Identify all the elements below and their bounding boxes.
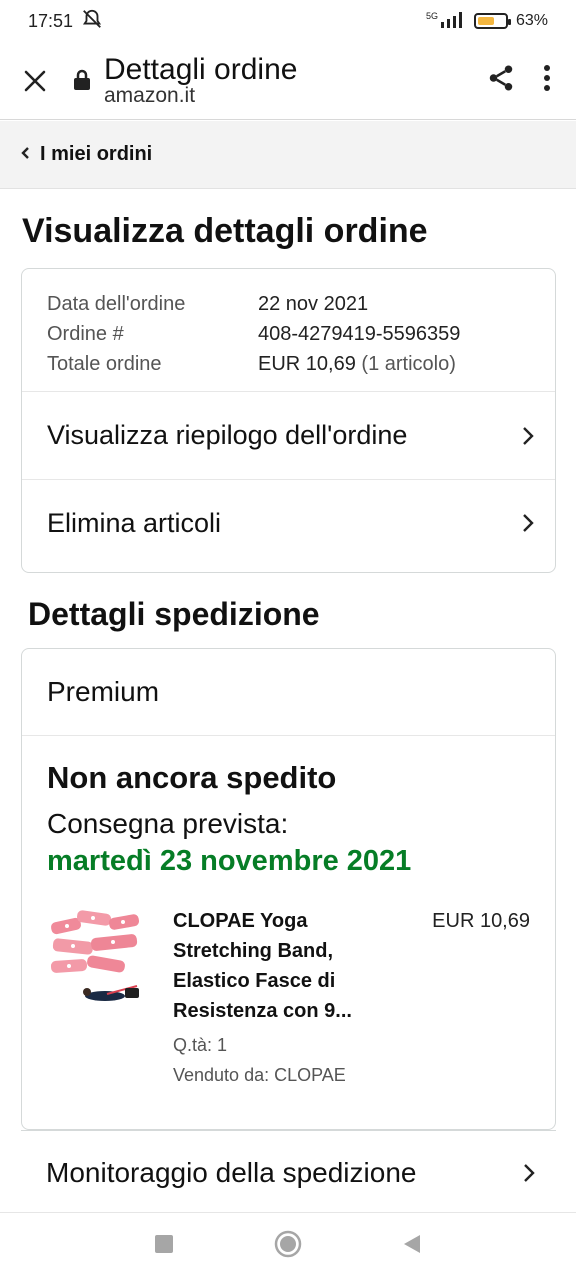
recents-button[interactable] [154, 1234, 174, 1259]
chevron-left-icon [20, 144, 30, 165]
do-not-disturb-icon [81, 8, 103, 35]
home-button[interactable] [274, 1230, 302, 1263]
browser-domain: amazon.it [104, 84, 196, 108]
order-number-value: 408-4279419-5596359 [258, 323, 461, 345]
system-nav-bar [0, 1212, 576, 1280]
view-order-summary-label: Visualizza riepilogo dell'ordine [47, 420, 408, 450]
battery-percent: 63% [515, 12, 548, 29]
chevron-right-icon [523, 426, 534, 445]
share-button[interactable] [486, 63, 516, 98]
order-total-value: EUR 10,69 [258, 353, 356, 375]
chevron-right-icon [524, 1163, 535, 1182]
order-date-label: Data dell'ordine [47, 293, 186, 315]
delivery-date: martedì 23 novembre 2021 [47, 845, 412, 877]
status-bar: 17:51 5G 63% [0, 0, 576, 42]
shipment-card: Premium Non ancora spedito Consegna prev… [21, 648, 556, 1130]
order-info: Data dell'ordine 22 nov 2021 Ordine # 40… [22, 269, 555, 392]
lock-icon [74, 70, 90, 91]
product-image[interactable] [47, 906, 147, 1010]
battery-icon [473, 13, 511, 29]
order-total-items: (1 articolo) [361, 353, 456, 375]
url-bar[interactable]: Dettagli ordine amazon.it [70, 54, 486, 108]
shipment-status: Non ancora spedito [47, 760, 337, 795]
delete-items-link[interactable]: Elimina articoli [22, 479, 555, 566]
back-icon [404, 1235, 420, 1253]
item-info: CLOPAE Yoga Stretching Band, Elastico Fa… [173, 906, 530, 1090]
back-button[interactable] [402, 1233, 422, 1260]
order-total-value-wrap: EUR 10,69 (1 articolo) [258, 349, 456, 379]
network-label: 5G [425, 11, 438, 21]
order-item[interactable]: CLOPAE Yoga Stretching Band, Elastico Fa… [47, 906, 530, 1090]
page-title: Visualizza dettagli ordine [22, 212, 428, 250]
status-right: 5G 63% [426, 10, 548, 33]
track-shipment-link[interactable]: Monitoraggio della spedizione [21, 1130, 556, 1214]
shipment-heading: Dettagli spedizione [28, 596, 320, 632]
more-options-button[interactable] [542, 64, 552, 97]
share-icon [489, 65, 513, 91]
delivery-label: Consegna prevista: [47, 808, 289, 839]
item-head: CLOPAE Yoga Stretching Band, Elastico Fa… [173, 906, 530, 1026]
status-time: 17:51 [28, 10, 74, 31]
chevron-right-icon [523, 514, 534, 532]
view-order-summary-link[interactable]: Visualizza riepilogo dell'ordine [22, 392, 555, 479]
order-total-label: Totale ordine [47, 353, 162, 375]
item-quantity: Q.tà: 1 [173, 1035, 228, 1055]
close-button[interactable] [0, 42, 70, 120]
battery-fill [477, 17, 494, 25]
browser-toolbar: Dettagli ordine amazon.it [0, 42, 576, 120]
order-date-row: Data dell'ordine 22 nov 2021 [47, 289, 530, 319]
shipping-service: Premium [22, 649, 555, 736]
item-price: EUR 10,69 [432, 910, 530, 932]
breadcrumb[interactable]: I miei ordini [0, 121, 576, 189]
breadcrumb-label: I miei ordini [40, 143, 153, 165]
close-icon [24, 70, 46, 91]
home-icon [274, 1230, 302, 1258]
delete-items-label: Elimina articoli [47, 507, 222, 538]
shipment-body: Non ancora spedito Consegna prevista: ma… [22, 736, 555, 1090]
item-title[interactable]: CLOPAE Yoga Stretching Band, Elastico Fa… [173, 906, 393, 1026]
more-vert-icon [544, 65, 550, 91]
status-left: 17:51 [28, 8, 103, 35]
track-shipment-label: Monitoraggio della spedizione [46, 1156, 417, 1188]
browser-title: Dettagli ordine [104, 52, 298, 86]
item-seller: Venduto da: CLOPAE [173, 1065, 346, 1085]
order-number-row: Ordine # 408-4279419-5596359 [47, 319, 530, 349]
signal-icon [440, 10, 466, 33]
order-number-label: Ordine # [47, 323, 124, 345]
order-total-row: Totale ordine EUR 10,69 (1 articolo) [47, 349, 530, 379]
order-date-value: 22 nov 2021 [258, 293, 369, 315]
order-summary-card: Data dell'ordine 22 nov 2021 Ordine # 40… [21, 268, 556, 573]
recents-icon [155, 1235, 173, 1253]
